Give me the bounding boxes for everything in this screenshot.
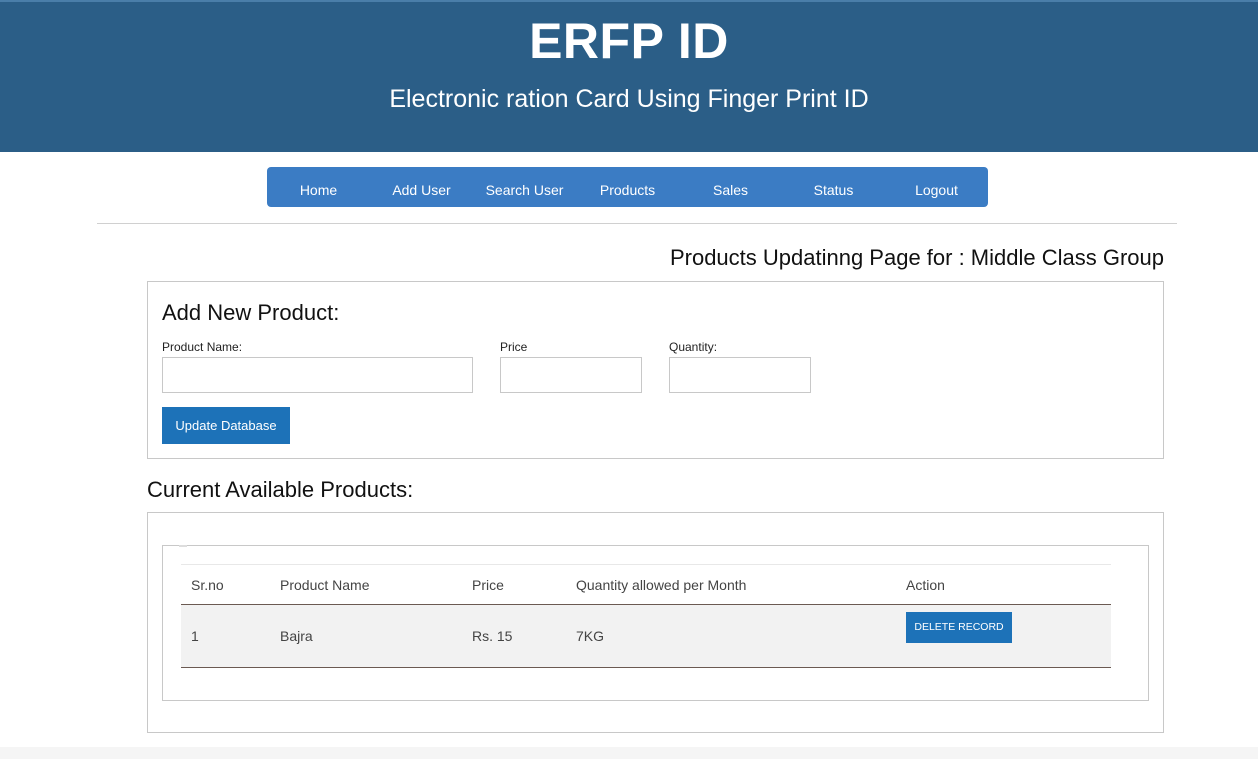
cell-product-name: Bajra [280,628,313,644]
page-heading: Products Updatinng Page for : Middle Cla… [669,245,1164,270]
quantity-input[interactable] [669,357,811,393]
nav-logout[interactable]: Logout [885,167,988,207]
nav-products[interactable]: Products [576,167,679,207]
quantity-label: Quantity: [669,340,718,354]
page: ERFP ID Electronic ration Card Using Fin… [0,0,1258,747]
cell-srno: 1 [191,628,199,644]
cell-price: Rs. 15 [472,628,513,644]
update-database-button[interactable]: Update Database [162,407,290,444]
main-nav: Home Add User Search User Products Sales… [267,167,988,207]
delete-record-button[interactable]: DELETE RECORD [906,612,1012,643]
table-header: Sr.no Product Name Price Quantity allowe… [181,564,1111,605]
col-srno: Sr.no [191,577,224,593]
products-heading: Current Available Products: [147,477,414,502]
site-header: ERFP ID Electronic ration Card Using Fin… [0,0,1258,152]
cell-quantity: 7KG [576,628,605,644]
products-table-wrapper: Sr.no Product Name Price Quantity allowe… [162,545,1149,701]
col-product-name: Product Name [280,577,370,593]
col-quantity: Quantity allowed per Month [576,577,747,593]
products-table: Sr.no Product Name Price Quantity allowe… [181,564,1111,668]
col-action: Action [906,577,945,593]
nav-add-user[interactable]: Add User [370,167,473,207]
site-title: ERFP ID [529,13,729,69]
divider [97,223,1177,224]
add-product-panel: Add New Product: Product Name: Price Qua… [147,281,1164,459]
price-input[interactable] [500,357,642,393]
site-subtitle: Electronic ration Card Using Finger Prin… [389,85,869,113]
nav-home[interactable]: Home [267,167,370,207]
add-product-heading: Add New Product: [162,300,340,325]
table-row: 1 Bajra Rs. 15 7KG DELETE RECORD [181,605,1111,668]
product-name-input[interactable] [162,357,473,393]
nav-status[interactable]: Status [782,167,885,207]
products-panel: Sr.no Product Name Price Quantity allowe… [147,512,1164,733]
tab-marker [179,545,187,547]
price-label: Price [500,340,528,354]
col-price: Price [472,577,504,593]
nav-search-user[interactable]: Search User [473,167,576,207]
nav-sales[interactable]: Sales [679,167,782,207]
product-name-label: Product Name: [162,340,243,354]
